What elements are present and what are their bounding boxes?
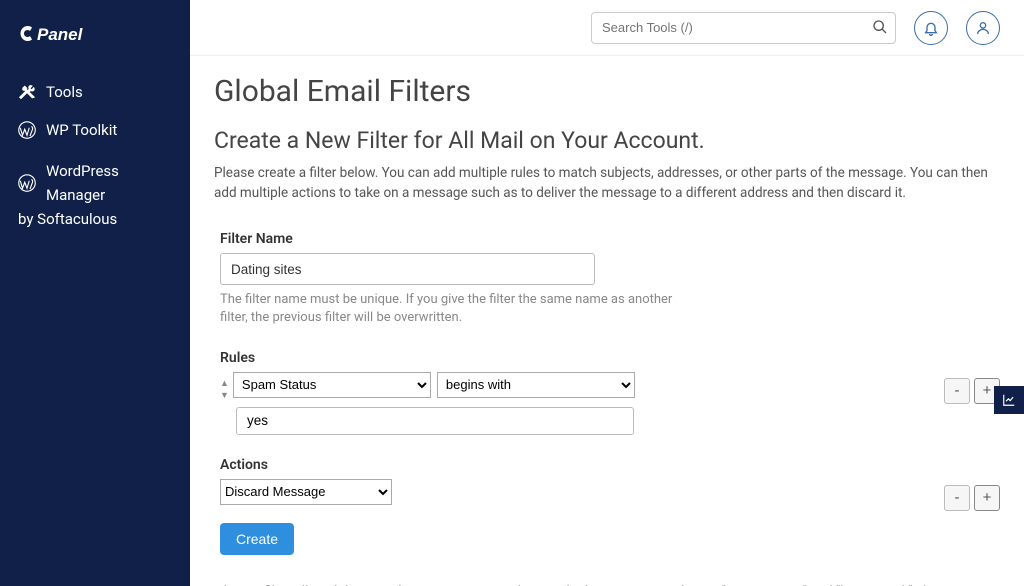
rule-row: ▲ ▼ Spam Status begins with xyxy=(220,372,1000,403)
sidebar: Panel Tools WP Toolkit WordPress Manager… xyxy=(0,0,190,586)
filter-name-input[interactable] xyxy=(220,253,595,285)
account-button[interactable] xyxy=(966,11,1000,45)
tools-icon xyxy=(18,83,36,101)
rules-label: Rules xyxy=(220,350,1000,366)
remove-action-button[interactable]: - xyxy=(944,485,970,511)
sidebar-item-label: WP Toolkit xyxy=(46,121,117,139)
page-title: Global Email Filters xyxy=(214,74,1000,109)
page-intro: Please create a filter below. You can ad… xyxy=(214,164,1000,203)
wp-icon xyxy=(18,121,36,139)
search-icon xyxy=(872,19,888,35)
rule-value-input[interactable] xyxy=(236,407,634,435)
rule-operator-select[interactable]: begins with xyxy=(437,372,635,398)
filter-name-help: The filter name must be unique. If you g… xyxy=(220,291,680,327)
create-button[interactable]: Create xyxy=(220,523,294,555)
action-select[interactable]: Discard Message xyxy=(220,479,392,505)
page-subtitle: Create a New Filter for All Mail on Your… xyxy=(214,127,1000,154)
logo: Panel xyxy=(0,14,190,73)
search-wrap xyxy=(591,12,896,44)
bell-icon xyxy=(923,20,939,36)
actions-label: Actions xyxy=(220,457,1000,473)
sidebar-item-wp-manager[interactable]: WordPress Manager by Softaculous xyxy=(0,149,190,241)
user-icon xyxy=(975,20,991,36)
move-up-icon[interactable]: ▲ xyxy=(220,378,229,391)
filter-name-label: Filter Name xyxy=(220,231,1000,247)
sidebar-item-wp-toolkit[interactable]: WP Toolkit xyxy=(0,111,190,149)
add-action-button[interactable]: + xyxy=(974,485,1000,511)
wp-icon xyxy=(18,174,36,192)
topbar xyxy=(190,0,1024,56)
remove-rule-button[interactable]: - xyxy=(944,378,970,404)
move-down-icon[interactable]: ▼ xyxy=(220,390,229,403)
chart-icon xyxy=(1002,393,1016,407)
sidebar-item-label-line1: WordPress Manager xyxy=(46,159,172,207)
notifications-button[interactable] xyxy=(914,11,948,45)
search-input[interactable] xyxy=(591,12,896,44)
content: Global Email Filters Create a New Filter… xyxy=(190,56,1024,586)
sidebar-item-label-line2: by Softaculous xyxy=(18,207,172,231)
stats-widget-toggle[interactable] xyxy=(994,386,1024,414)
reorder-handles: ▲ ▼ xyxy=(220,372,229,403)
sidebar-item-tools[interactable]: Tools xyxy=(0,73,190,111)
main: Global Email Filters Create a New Filter… xyxy=(190,0,1024,586)
action-row: Discard Message - + xyxy=(220,479,1000,505)
svg-text:Panel: Panel xyxy=(37,25,84,44)
rule-field-select[interactable]: Spam Status xyxy=(233,372,431,398)
sidebar-item-label: Tools xyxy=(46,83,83,101)
